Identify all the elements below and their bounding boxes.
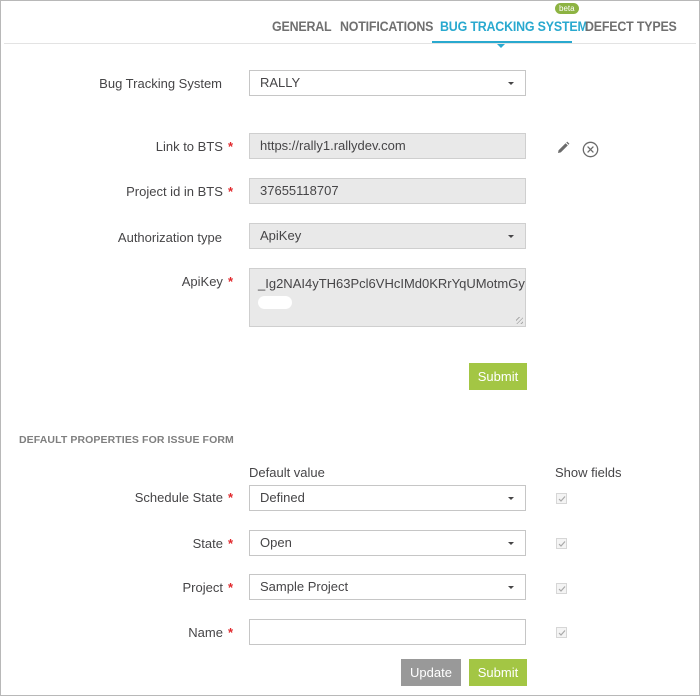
section-title: DEFAULT PROPERTIES FOR ISSUE FORM <box>19 434 234 446</box>
project-id-field[interactable]: 37655118707 <box>249 178 526 204</box>
project-show-checkbox[interactable] <box>556 583 567 594</box>
authorization-type-label: Authorization type <box>117 230 222 245</box>
state-label: State * <box>192 536 233 551</box>
schedule-state-select[interactable]: Defined <box>249 485 526 511</box>
show-fields-header: Show fields <box>555 465 622 480</box>
update-button[interactable]: Update <box>401 659 461 686</box>
tab-notifications[interactable]: NOTIFICATIONS <box>340 19 433 34</box>
beta-badge: beta <box>555 3 579 14</box>
project-label: Project * <box>182 580 233 595</box>
state-show-checkbox[interactable] <box>556 538 567 549</box>
bts-submit-button[interactable]: Submit <box>469 363 527 390</box>
schedule-state-show-checkbox[interactable] <box>556 493 567 504</box>
tab-bug-tracking-system[interactable]: BUG TRACKING SYSTEM <box>440 19 588 34</box>
bts-label: Bug Tracking System <box>99 76 222 91</box>
project-id-label: Project id in BTS * <box>126 184 233 199</box>
redacted-text <box>258 296 292 310</box>
name-show-checkbox[interactable] <box>556 627 567 638</box>
default-value-header: Default value <box>249 465 325 480</box>
schedule-state-label: Schedule State * <box>134 490 233 505</box>
bts-select[interactable]: RALLY <box>249 70 526 96</box>
authorization-type-select[interactable]: ApiKey <box>249 223 526 249</box>
tabs-divider <box>4 43 696 44</box>
api-key-label: ApiKey * <box>181 274 233 289</box>
link-to-bts-label: Link to BTS * <box>155 139 233 154</box>
name-input[interactable] <box>249 619 526 645</box>
settings-tabs: GENERAL NOTIFICATIONS BUG TRACKING SYSTE… <box>0 0 700 48</box>
tab-defect-types[interactable]: DEFECT TYPES <box>585 19 677 34</box>
name-label: Name * <box>188 625 233 640</box>
tab-general[interactable]: GENERAL <box>272 19 332 34</box>
issue-submit-button[interactable]: Submit <box>469 659 527 686</box>
link-to-bts-field[interactable]: https://rally1.rallydev.com <box>249 133 526 159</box>
api-key-textarea[interactable]: _Ig2NAI4yTH63Pcl6VHcIMd0KRrYqUMotmGy4IP <box>249 268 526 327</box>
state-select[interactable]: Open <box>249 530 526 556</box>
resize-grip[interactable] <box>516 317 523 324</box>
project-select[interactable]: Sample Project <box>249 574 526 600</box>
pencil-icon[interactable] <box>556 141 570 160</box>
circle-x-icon[interactable] <box>582 141 599 163</box>
